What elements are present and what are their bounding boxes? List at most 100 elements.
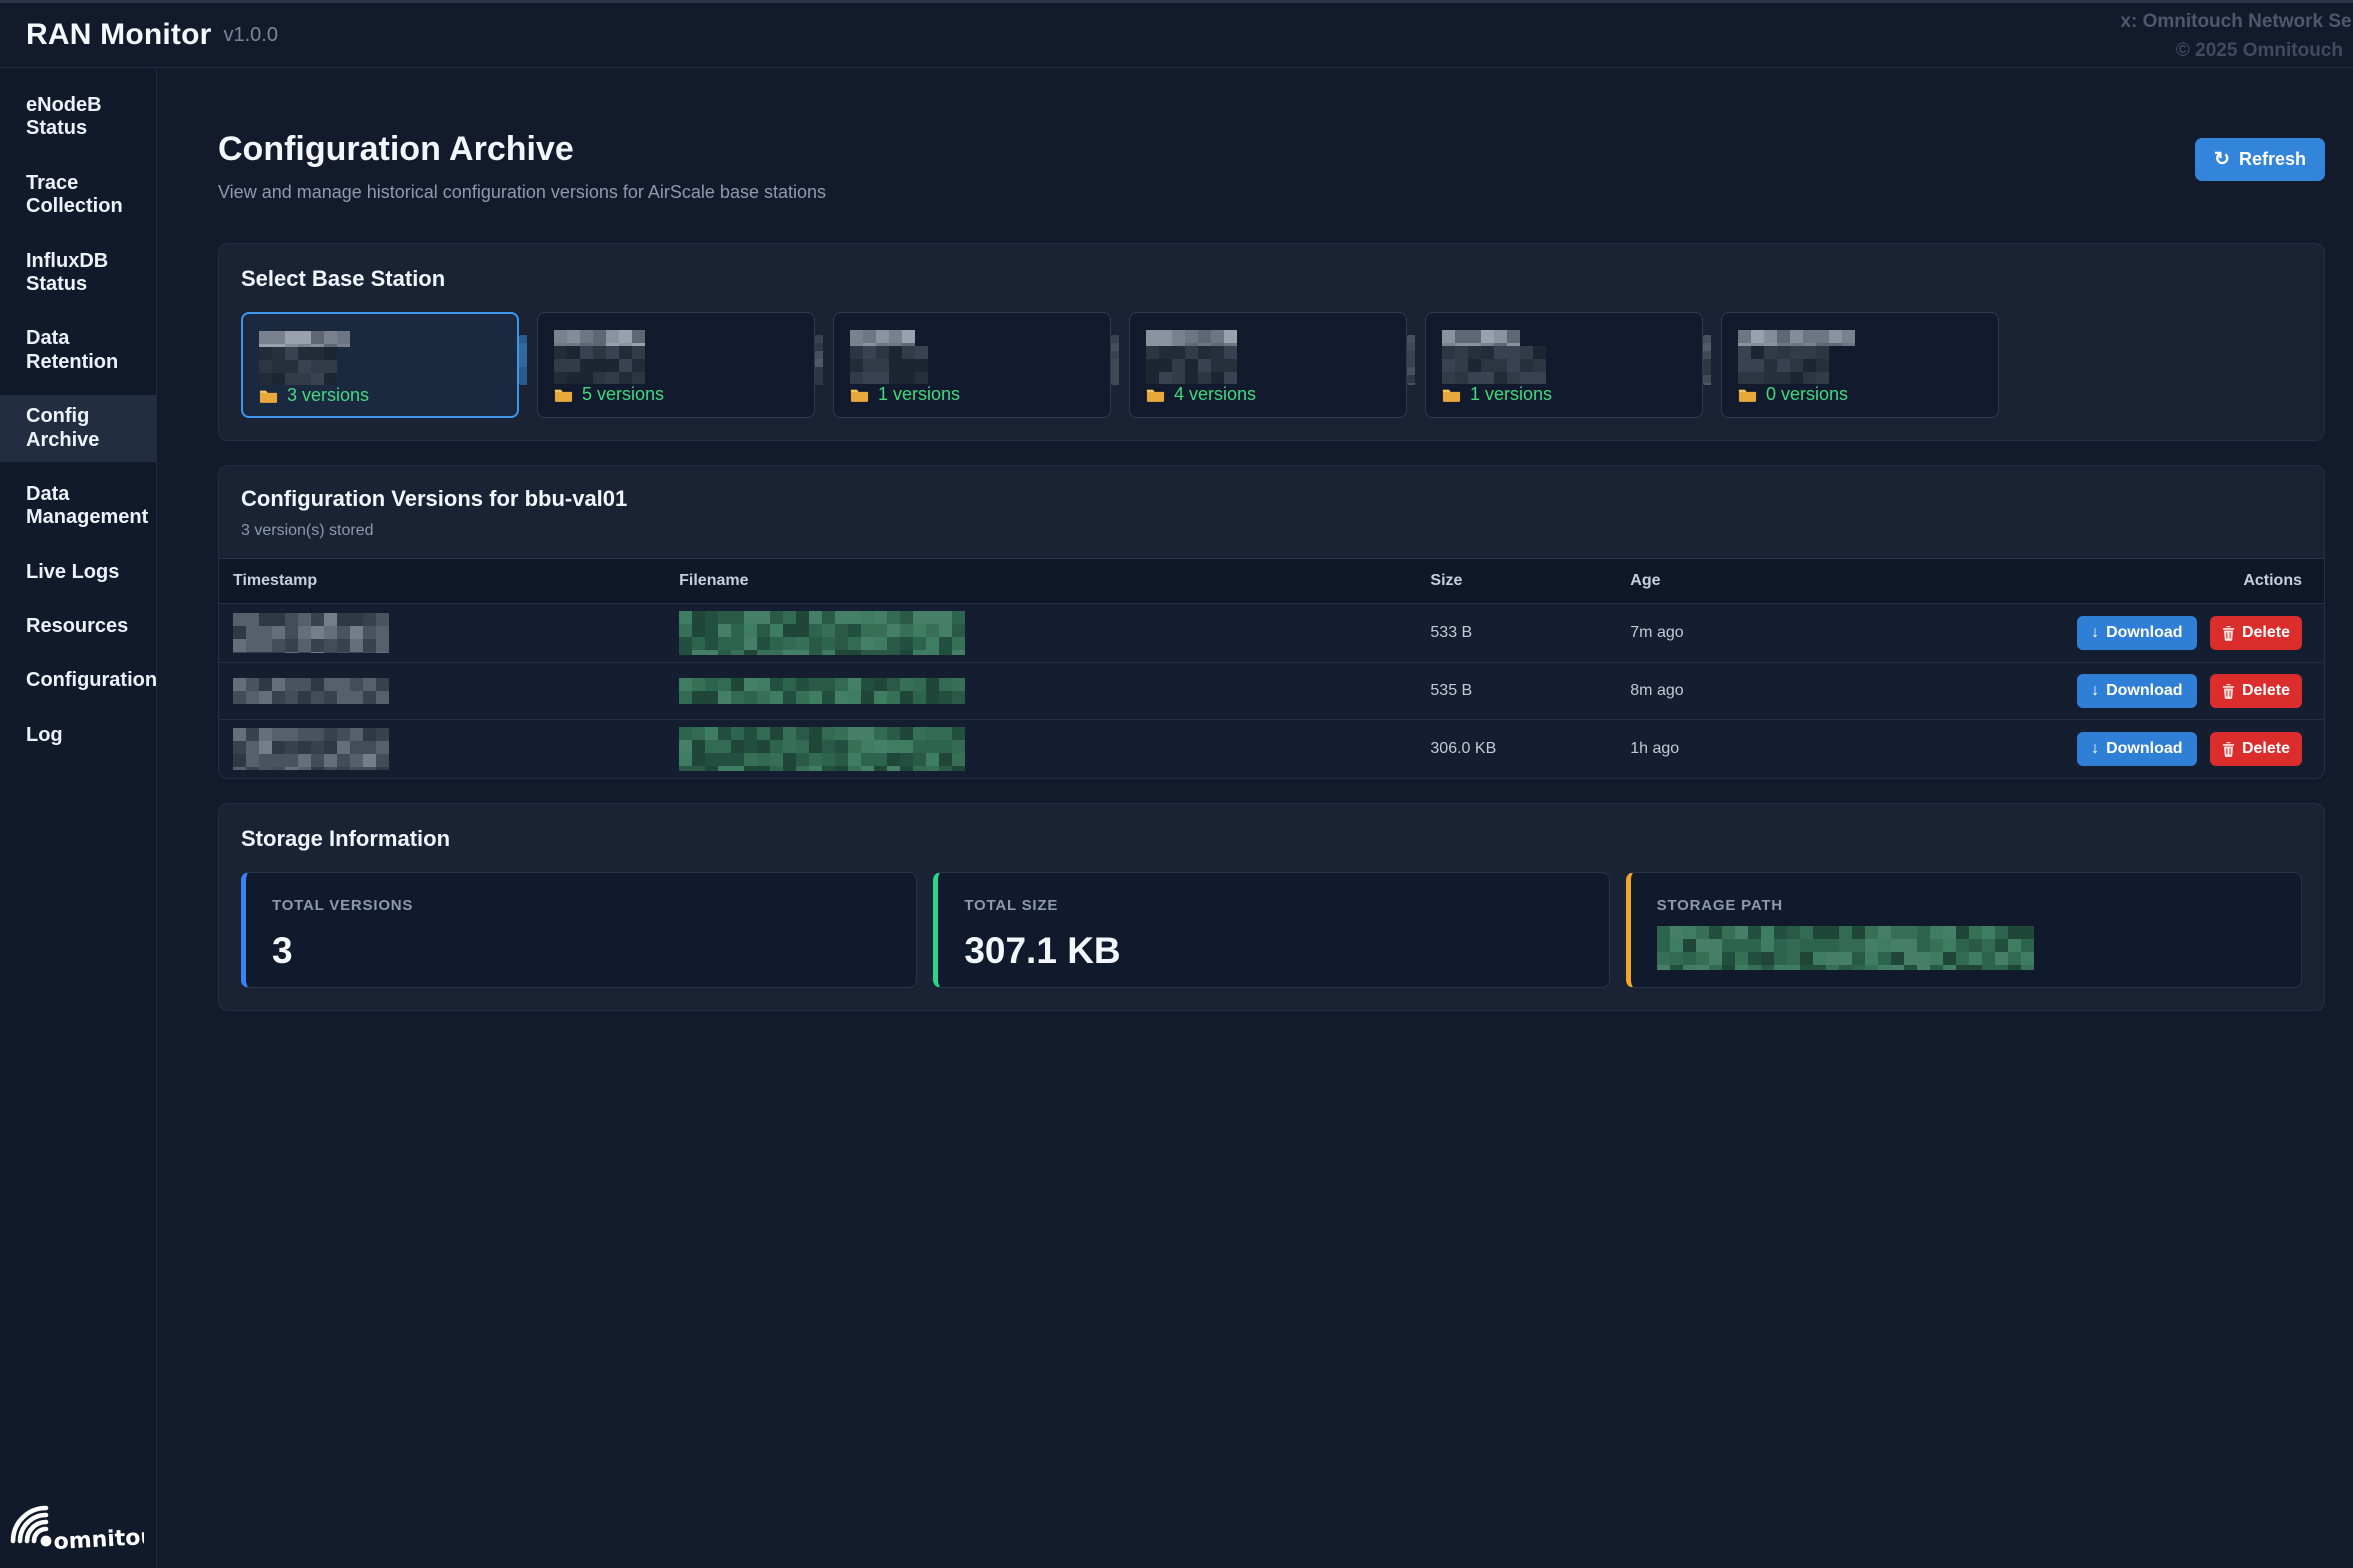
redaction-strip bbox=[519, 335, 534, 385]
station-version-count: 3 versions bbox=[287, 385, 369, 406]
folder-icon bbox=[554, 387, 573, 403]
delete-button[interactable]: Delete bbox=[2210, 616, 2302, 650]
station-name-redacted bbox=[850, 330, 1094, 384]
page-title: Configuration Archive bbox=[218, 130, 826, 169]
sidebar-item-resources[interactable]: Resources bbox=[0, 605, 156, 648]
delete-button[interactable]: Delete bbox=[2210, 732, 2302, 766]
station-card-4[interactable]: 4 versions bbox=[1129, 312, 1407, 418]
station-card-3[interactable]: 1 versions bbox=[833, 312, 1111, 418]
folder-icon bbox=[1146, 387, 1165, 403]
table-header-row: Timestamp Filename Size Age Actions bbox=[219, 559, 2324, 604]
storage-label: STORAGE PATH bbox=[1657, 897, 2275, 914]
sidebar-nav: eNodeB Status Trace Collection InfluxDB … bbox=[0, 84, 156, 768]
age-cell: 1h ago bbox=[1616, 720, 2063, 779]
station-name-redacted bbox=[1146, 330, 1390, 384]
omnitouch-logo: omnitouch bbox=[0, 1497, 156, 1568]
sidebar-item-data-retention[interactable]: Data Retention bbox=[0, 317, 156, 384]
page-subtitle: View and manage historical configuration… bbox=[218, 182, 826, 203]
sidebar-item-log[interactable]: Log bbox=[0, 714, 156, 757]
redaction-strip bbox=[1703, 335, 1718, 385]
col-filename: Filename bbox=[665, 559, 1416, 604]
wifi-arcs-icon: omnitouch bbox=[10, 1497, 144, 1555]
station-name-redacted bbox=[1738, 330, 1982, 384]
app-title: RAN Monitor bbox=[26, 18, 212, 52]
sidebar-item-data-management[interactable]: Data Management bbox=[0, 473, 156, 540]
storage-panel: Storage Information TOTAL VERSIONS 3 TOT… bbox=[218, 803, 2325, 1011]
age-cell: 7m ago bbox=[1616, 604, 2063, 663]
refresh-button[interactable]: ↻ Refresh bbox=[2195, 138, 2325, 181]
station-card-5[interactable]: 1 versions bbox=[1425, 312, 1703, 418]
download-icon: ↓ bbox=[2091, 624, 2099, 642]
redaction-strip bbox=[1407, 335, 1422, 385]
sidebar-item-live-logs[interactable]: Live Logs bbox=[0, 551, 156, 594]
sidebar-item-enodeb-status[interactable]: eNodeB Status bbox=[0, 84, 156, 151]
size-cell: 533 B bbox=[1416, 604, 1616, 663]
table-row: 306.0 KB 1h ago ↓ Download Delete bbox=[219, 720, 2324, 779]
sidebar-item-config-archive[interactable]: Config Archive bbox=[0, 395, 156, 462]
size-cell: 535 B bbox=[1416, 663, 1616, 720]
trash-icon bbox=[2222, 684, 2235, 699]
size-cell: 306.0 KB bbox=[1416, 720, 1616, 779]
storage-label: TOTAL SIZE bbox=[964, 897, 1582, 914]
delete-label: Delete bbox=[2242, 624, 2290, 642]
station-card-2[interactable]: 5 versions bbox=[537, 312, 815, 418]
logo-text: omnitouch bbox=[53, 1523, 144, 1555]
station-select-panel: Select Base Station 3 versions bbox=[218, 243, 2325, 441]
storage-card-total-versions: TOTAL VERSIONS 3 bbox=[241, 872, 917, 988]
station-version-count: 1 versions bbox=[1470, 384, 1552, 405]
download-button[interactable]: ↓ Download bbox=[2077, 732, 2196, 766]
timestamp-redacted bbox=[233, 613, 398, 653]
station-name-redacted bbox=[554, 330, 798, 384]
col-actions: Actions bbox=[2063, 559, 2324, 604]
versions-panel-title: Configuration Versions for bbu-val01 bbox=[241, 486, 2302, 512]
table-row: 533 B 7m ago ↓ Download Delete bbox=[219, 604, 2324, 663]
download-label: Download bbox=[2106, 682, 2182, 700]
delete-button[interactable]: Delete bbox=[2210, 674, 2302, 708]
station-panel-title: Select Base Station bbox=[241, 266, 2302, 292]
filename-redacted bbox=[679, 727, 965, 771]
refresh-icon: ↻ bbox=[2214, 150, 2230, 169]
station-card-list: 3 versions 5 versions bbox=[241, 312, 2302, 418]
refresh-label: Refresh bbox=[2239, 149, 2306, 170]
main-content: Configuration Archive View and manage hi… bbox=[157, 68, 2353, 1568]
download-label: Download bbox=[2106, 740, 2182, 758]
delete-label: Delete bbox=[2242, 740, 2290, 758]
sidebar-item-trace-collection[interactable]: Trace Collection bbox=[0, 162, 156, 229]
table-row: 535 B 8m ago ↓ Download Delete bbox=[219, 663, 2324, 720]
station-version-count: 0 versions bbox=[1766, 384, 1848, 405]
station-card-1[interactable]: 3 versions bbox=[241, 312, 519, 418]
sidebar-item-configuration[interactable]: Configuration bbox=[0, 659, 156, 702]
folder-icon bbox=[1738, 387, 1757, 403]
station-name-redacted bbox=[1442, 330, 1686, 384]
storage-label: TOTAL VERSIONS bbox=[272, 897, 890, 914]
col-size: Size bbox=[1416, 559, 1616, 604]
copyright-text: © 2025 Omnitouch bbox=[2176, 40, 2343, 62]
storage-path-redacted bbox=[1657, 926, 2037, 970]
total-size-value: 307.1 KB bbox=[964, 930, 1582, 972]
sidebar-item-influxdb-status[interactable]: InfluxDB Status bbox=[0, 240, 156, 307]
download-button[interactable]: ↓ Download bbox=[2077, 674, 2196, 708]
download-label: Download bbox=[2106, 624, 2182, 642]
station-version-count: 1 versions bbox=[878, 384, 960, 405]
network-provider-text: x: Omnitouch Network Ser bbox=[2120, 11, 2353, 33]
folder-icon bbox=[1442, 387, 1461, 403]
download-button[interactable]: ↓ Download bbox=[2077, 616, 2196, 650]
versions-stored-count: 3 version(s) stored bbox=[241, 522, 2302, 540]
trash-icon bbox=[2222, 626, 2235, 641]
trash-icon bbox=[2222, 742, 2235, 757]
top-bar: RAN Monitor v1.0.0 x: Omnitouch Network … bbox=[0, 3, 2353, 68]
age-cell: 8m ago bbox=[1616, 663, 2063, 720]
timestamp-redacted bbox=[233, 728, 401, 770]
folder-icon bbox=[259, 388, 278, 404]
delete-label: Delete bbox=[2242, 682, 2290, 700]
station-card-6[interactable]: 0 versions bbox=[1721, 312, 1999, 418]
total-versions-value: 3 bbox=[272, 930, 890, 972]
storage-panel-title: Storage Information bbox=[241, 826, 2302, 852]
station-version-count: 4 versions bbox=[1174, 384, 1256, 405]
redaction-strip bbox=[1111, 335, 1126, 385]
redaction-strip bbox=[815, 335, 830, 385]
storage-card-storage-path: STORAGE PATH bbox=[1626, 872, 2302, 988]
versions-panel: Configuration Versions for bbu-val01 3 v… bbox=[218, 465, 2325, 779]
versions-table: Timestamp Filename Size Age Actions 533 … bbox=[219, 558, 2324, 778]
app-version: v1.0.0 bbox=[224, 24, 278, 47]
